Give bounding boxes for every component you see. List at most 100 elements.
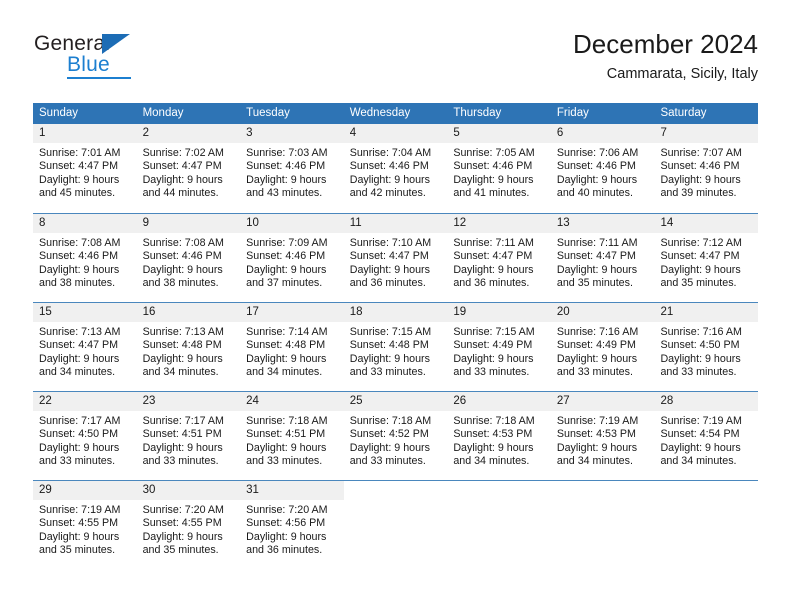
day-cell[interactable]: 17 Sunrise: 7:14 AM Sunset: 4:48 PM Dayl… [240, 303, 344, 391]
day-number-band: 27 [550, 392, 655, 411]
day-info: Sunrise: 7:18 AM Sunset: 4:53 PM Dayligh… [447, 411, 551, 469]
daylight-text-line2: and 33 minutes. [556, 366, 633, 379]
day-cell[interactable]: 2 Sunrise: 7:02 AM Sunset: 4:47 PM Dayli… [136, 124, 241, 213]
day-number: 3 [246, 127, 253, 139]
day-info: Sunrise: 7:12 AM Sunset: 4:47 PM Dayligh… [654, 233, 758, 291]
day-number-band: 11 [343, 214, 448, 233]
weekday-header-sunday: Sunday [39, 107, 79, 119]
sunrise-text: Sunrise: 7:09 AM [246, 237, 328, 249]
sunrise-text: Sunrise: 7:20 AM [246, 504, 328, 516]
day-number-band: 19 [447, 303, 551, 322]
day-cell[interactable]: 15 Sunrise: 7:13 AM Sunset: 4:47 PM Dayl… [33, 303, 137, 391]
weekday-header-wednesday: Wednesday [349, 107, 411, 119]
day-number-band: 4 [343, 124, 448, 143]
day-number-band: 5 [447, 124, 551, 143]
sunrise-text: Sunrise: 7:04 AM [349, 147, 432, 159]
day-cell[interactable]: 16 Sunrise: 7:13 AM Sunset: 4:48 PM Dayl… [136, 303, 241, 391]
daylight-text-line2: and 33 minutes. [349, 366, 426, 379]
sunrise-text: Sunrise: 7:05 AM [453, 147, 535, 159]
daylight-text-line1: Daylight: 9 hours [349, 441, 430, 454]
day-cell[interactable]: 22 Sunrise: 7:17 AM Sunset: 4:50 PM Dayl… [33, 392, 137, 480]
sunset-text: Sunset: 4:56 PM [246, 517, 326, 530]
day-cell[interactable]: 13 Sunrise: 7:11 AM Sunset: 4:47 PM Dayl… [550, 214, 655, 302]
day-number: 28 [660, 395, 674, 407]
sunrise-text: Sunrise: 7:19 AM [556, 415, 639, 427]
day-cell[interactable]: 29 Sunrise: 7:19 AM Sunset: 4:55 PM Dayl… [33, 481, 137, 569]
day-cell[interactable]: 9 Sunrise: 7:08 AM Sunset: 4:46 PM Dayli… [136, 214, 241, 302]
day-number: 5 [453, 127, 460, 139]
day-cell[interactable]: 12 Sunrise: 7:11 AM Sunset: 4:47 PM Dayl… [447, 214, 551, 302]
daylight-text-line2: and 33 minutes. [142, 455, 219, 468]
day-cell[interactable]: 30 Sunrise: 7:20 AM Sunset: 4:55 PM Dayl… [136, 481, 241, 569]
day-number: 21 [660, 306, 674, 318]
sunset-text: Sunset: 4:48 PM [246, 339, 326, 352]
daylight-text-line1: Daylight: 9 hours [142, 263, 223, 276]
sunset-text: Sunset: 4:46 PM [556, 160, 636, 173]
day-cell[interactable]: 3 Sunrise: 7:03 AM Sunset: 4:46 PM Dayli… [240, 124, 344, 213]
day-number: 26 [453, 395, 467, 407]
sunset-text: Sunset: 4:48 PM [142, 339, 222, 352]
day-cell[interactable]: 28 Sunrise: 7:19 AM Sunset: 4:54 PM Dayl… [654, 392, 759, 480]
sunset-text: Sunset: 4:46 PM [246, 160, 326, 173]
day-number: 19 [453, 306, 467, 318]
day-info: Sunrise: 7:10 AM Sunset: 4:47 PM Dayligh… [344, 233, 448, 291]
daylight-text-line2: and 45 minutes. [39, 187, 116, 200]
day-cell[interactable]: 20 Sunrise: 7:16 AM Sunset: 4:49 PM Dayl… [550, 303, 655, 391]
day-number: 13 [556, 217, 570, 229]
sunset-text: Sunset: 4:47 PM [556, 250, 636, 263]
day-cell[interactable]: 6 Sunrise: 7:06 AM Sunset: 4:46 PM Dayli… [550, 124, 655, 213]
day-cell[interactable]: 23 Sunrise: 7:17 AM Sunset: 4:51 PM Dayl… [136, 392, 241, 480]
brand-name-blue: Blue [67, 53, 110, 76]
day-cell[interactable]: 25 Sunrise: 7:18 AM Sunset: 4:52 PM Dayl… [343, 392, 448, 480]
day-cell[interactable]: 11 Sunrise: 7:10 AM Sunset: 4:47 PM Dayl… [343, 214, 448, 302]
day-cell[interactable]: 14 Sunrise: 7:12 AM Sunset: 4:47 PM Dayl… [654, 214, 759, 302]
sunset-text: Sunset: 4:46 PM [39, 250, 119, 263]
day-cell[interactable]: 26 Sunrise: 7:18 AM Sunset: 4:53 PM Dayl… [447, 392, 551, 480]
day-number-band: 3 [240, 124, 344, 143]
sunrise-text: Sunrise: 7:17 AM [39, 415, 121, 427]
day-cell[interactable]: 8 Sunrise: 7:08 AM Sunset: 4:46 PM Dayli… [33, 214, 137, 302]
page-subtitle: Cammarata, Sicily, Italy [606, 66, 758, 82]
day-info: Sunrise: 7:05 AM Sunset: 4:46 PM Dayligh… [447, 143, 551, 201]
sunrise-text: Sunrise: 7:13 AM [142, 326, 224, 338]
daylight-text-line1: Daylight: 9 hours [39, 441, 120, 454]
day-cell[interactable]: 27 Sunrise: 7:19 AM Sunset: 4:53 PM Dayl… [550, 392, 655, 480]
day-info: Sunrise: 7:11 AM Sunset: 4:47 PM Dayligh… [551, 233, 655, 291]
weekday-header-tuesday: Tuesday [246, 107, 290, 119]
day-number-band: 16 [136, 303, 241, 322]
sunset-text: Sunset: 4:46 PM [660, 160, 740, 173]
day-number: 14 [660, 217, 674, 229]
day-cell[interactable]: 10 Sunrise: 7:09 AM Sunset: 4:46 PM Dayl… [240, 214, 344, 302]
daylight-text-line2: and 33 minutes. [349, 455, 426, 468]
daylight-text-line2: and 37 minutes. [246, 277, 323, 290]
day-number-band: 14 [654, 214, 759, 233]
daylight-text-line1: Daylight: 9 hours [142, 352, 223, 365]
brand-logo[interactable]: General Blue [34, 32, 264, 88]
sunset-text: Sunset: 4:51 PM [246, 428, 326, 441]
daylight-text-line2: and 34 minutes. [142, 366, 219, 379]
day-number: 2 [142, 127, 149, 139]
sunrise-text: Sunrise: 7:14 AM [246, 326, 328, 338]
day-cell[interactable]: 4 Sunrise: 7:04 AM Sunset: 4:46 PM Dayli… [343, 124, 448, 213]
sunset-text: Sunset: 4:55 PM [142, 517, 222, 530]
day-number: 22 [39, 395, 52, 407]
day-number: 6 [556, 127, 564, 139]
sunset-text: Sunset: 4:47 PM [39, 160, 119, 173]
day-cell[interactable]: 24 Sunrise: 7:18 AM Sunset: 4:51 PM Dayl… [240, 392, 344, 480]
day-cell[interactable]: 31 Sunrise: 7:20 AM Sunset: 4:56 PM Dayl… [240, 481, 344, 569]
daylight-text-line1: Daylight: 9 hours [556, 441, 638, 454]
day-number: 20 [556, 306, 570, 318]
daylight-text-line1: Daylight: 9 hours [39, 173, 120, 186]
day-info: Sunrise: 7:08 AM Sunset: 4:46 PM Dayligh… [33, 233, 137, 291]
day-cell[interactable]: 7 Sunrise: 7:07 AM Sunset: 4:46 PM Dayli… [654, 124, 759, 213]
day-cell[interactable]: 18 Sunrise: 7:15 AM Sunset: 4:48 PM Dayl… [343, 303, 448, 391]
sunset-text: Sunset: 4:50 PM [660, 339, 740, 352]
day-cell[interactable]: 5 Sunrise: 7:05 AM Sunset: 4:46 PM Dayli… [447, 124, 551, 213]
weekday-header-saturday: Saturday [660, 107, 707, 119]
day-cell[interactable]: 1 Sunrise: 7:01 AM Sunset: 4:47 PM Dayli… [33, 124, 137, 213]
sunset-text: Sunset: 4:48 PM [349, 339, 429, 352]
day-cell[interactable]: 19 Sunrise: 7:15 AM Sunset: 4:49 PM Dayl… [447, 303, 551, 391]
day-cell[interactable]: 21 Sunrise: 7:16 AM Sunset: 4:50 PM Dayl… [654, 303, 759, 391]
sunset-text: Sunset: 4:49 PM [453, 339, 533, 352]
daylight-text-line1: Daylight: 9 hours [39, 530, 120, 543]
